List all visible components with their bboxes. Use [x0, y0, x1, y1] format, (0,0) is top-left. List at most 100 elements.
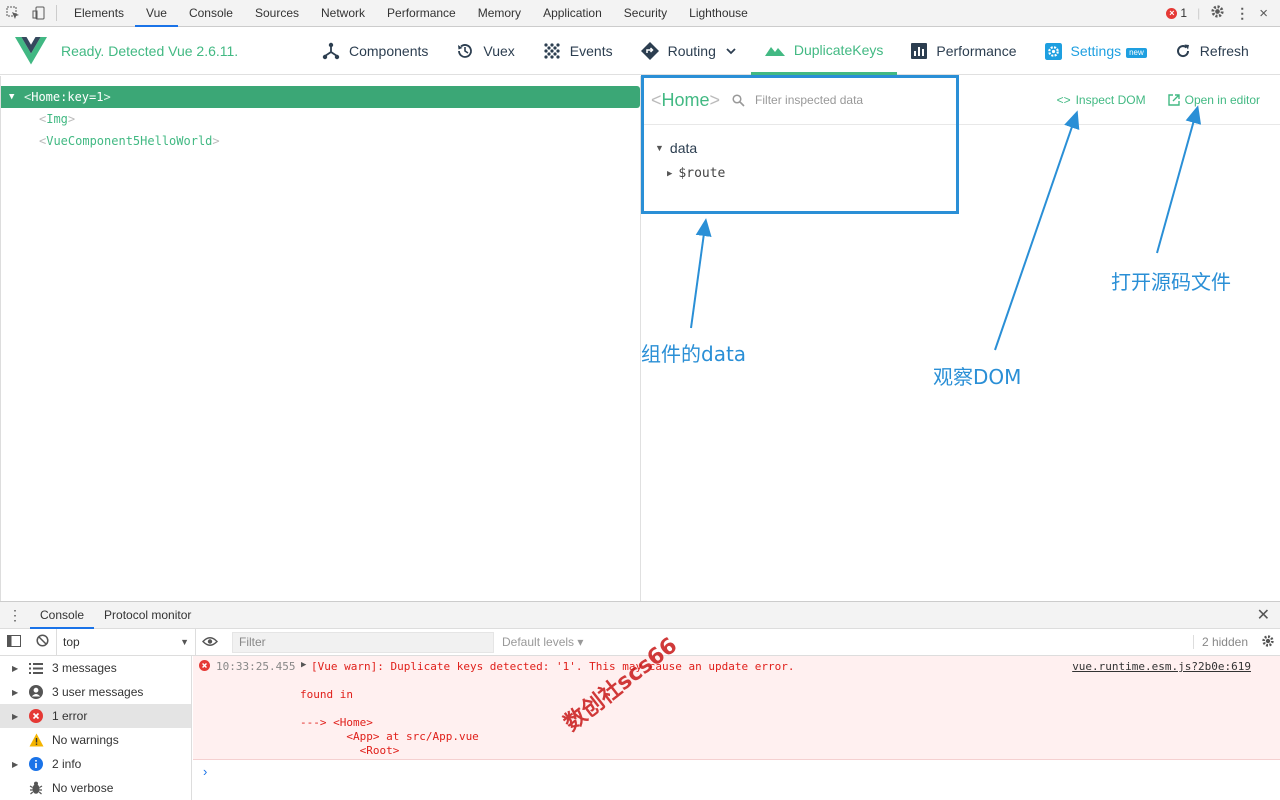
context-label: top	[63, 634, 80, 649]
dropdown-arrow-icon: ▼	[180, 636, 189, 647]
sidebar-item-label: No verbose	[52, 781, 114, 795]
more-options-icon[interactable]: ⋮	[0, 607, 30, 624]
new-badge: new	[1126, 48, 1147, 58]
sidebar-item-warnings[interactable]: No warnings	[0, 728, 191, 752]
nav-settings-label: Settings	[1070, 43, 1122, 59]
close-devtools-icon[interactable]: ×	[1259, 5, 1268, 22]
nav-refresh-label: Refresh	[1199, 43, 1249, 59]
trace-line: <App> at src/App.vue	[300, 730, 479, 743]
message-timestamp: 10:33:25.455	[216, 660, 296, 673]
open-in-editor-button[interactable]: Open in editor	[1167, 93, 1260, 107]
vue-status-text: Ready. Detected Vue 2.6.11.	[61, 42, 239, 59]
tree-node-label: VueComponent5HelloWorld	[46, 134, 213, 148]
toolbar-divider: |	[1197, 6, 1201, 20]
tree-node-label: Img	[46, 112, 68, 126]
error-counter[interactable]: × 1	[1166, 6, 1187, 20]
tab-memory[interactable]: Memory	[467, 0, 532, 27]
gear-icon[interactable]	[1210, 4, 1225, 22]
sidebar-item-label: 3 user messages	[52, 685, 144, 699]
tree-node-img[interactable]: <Img>	[1, 108, 640, 130]
drawer-tab-console[interactable]: Console	[30, 602, 95, 629]
inspect-element-icon[interactable]	[0, 0, 26, 27]
log-levels-dropdown[interactable]: Default levels ▾	[502, 635, 583, 649]
history-icon	[458, 44, 473, 58]
tab-lighthouse[interactable]: Lighthouse	[678, 0, 759, 27]
nav-components[interactable]: Components	[308, 27, 442, 75]
hidden-count: 2 hidden	[1192, 635, 1256, 649]
annotation-observe-dom: 观察DOM	[933, 365, 1022, 389]
devtools-right-controls: × 1 | ⋮ ×	[1166, 4, 1280, 22]
bug-icon	[28, 780, 44, 796]
tab-application[interactable]: Application	[532, 0, 613, 27]
caret-right-icon[interactable]: ▶	[301, 660, 306, 670]
tag-close: >	[103, 90, 111, 104]
error-count: 1	[1180, 6, 1188, 20]
tag-close: >	[212, 134, 220, 148]
sidebar-item-user-messages[interactable]: ▶ 3 user messages	[0, 680, 191, 704]
nav-routing[interactable]: Routing	[627, 27, 751, 75]
refresh-icon	[1176, 44, 1189, 58]
inspect-dom-label: Inspect DOM	[1075, 93, 1146, 107]
tree-node-helloworld[interactable]: <VueComponent5HelloWorld>	[1, 130, 640, 152]
clear-console-icon[interactable]	[28, 634, 56, 650]
devtools-tab-bar: Elements Vue Console Sources Network Per…	[0, 0, 1280, 27]
settings-icon	[1044, 42, 1062, 60]
more-options-icon[interactable]: ⋮	[1235, 5, 1249, 22]
eye-icon[interactable]	[196, 635, 224, 650]
nav-vuex[interactable]: Vuex	[442, 27, 528, 75]
nav-events[interactable]: Events	[529, 27, 627, 75]
component-tree: ▼ <Home:key=1> <Img> <VueComponent5Hello…	[0, 76, 641, 601]
caret-right-icon: ▶	[12, 759, 19, 769]
sidebar-item-info[interactable]: ▶ 2 info	[0, 752, 191, 776]
tree-node-home[interactable]: ▼ <Home:key=1>	[1, 86, 640, 108]
message-source-link[interactable]: vue.runtime.esm.js?2b0e:619	[1072, 660, 1251, 673]
nav-settings[interactable]: Settings new	[1031, 27, 1161, 75]
console-sidebar: ▶ 3 messages ▶ 3 user messages ▶ 1 error…	[0, 656, 192, 800]
sidebar-item-label: 1 error	[52, 709, 88, 723]
nav-refresh[interactable]: Refresh	[1161, 27, 1263, 75]
inspect-dom-button[interactable]: <> Inspect DOM	[1057, 93, 1146, 107]
console-messages: 10:33:25.455 ▶ [Vue warn]: Duplicate key…	[193, 656, 1280, 800]
console-prompt-icon[interactable]: ›	[203, 764, 207, 779]
vue-nav: Components Vuex Events Routing Duplicate…	[308, 27, 1263, 75]
console-error-message[interactable]: 10:33:25.455 ▶ [Vue warn]: Duplicate key…	[193, 656, 1280, 760]
nav-performance-label: Performance	[936, 43, 1017, 59]
drawer-tab-protocol-monitor[interactable]: Protocol monitor	[94, 602, 201, 629]
tab-vue[interactable]: Vue	[135, 0, 178, 27]
components-icon	[322, 42, 340, 60]
bar-chart-icon	[911, 43, 928, 59]
tab-performance[interactable]: Performance	[376, 0, 467, 27]
vue-logo-icon	[15, 36, 47, 64]
caret-down-icon[interactable]: ▼	[9, 86, 14, 108]
sidebar-item-messages[interactable]: ▶ 3 messages	[0, 656, 191, 680]
tab-sources[interactable]: Sources	[244, 0, 310, 27]
list-icon	[28, 660, 44, 676]
sidebar-item-label: 2 info	[52, 757, 82, 771]
info-icon	[28, 756, 44, 772]
context-selector[interactable]: top ▼	[56, 628, 196, 656]
nav-duplicate-keys[interactable]: DuplicateKeys	[750, 27, 898, 75]
tab-elements[interactable]: Elements	[63, 0, 135, 27]
code-icon: <>	[1056, 93, 1071, 107]
nav-vuex-label: Vuex	[483, 43, 515, 59]
tab-network[interactable]: Network	[310, 0, 376, 27]
sidebar-item-errors[interactable]: ▶ 1 error	[0, 704, 191, 728]
caret-right-icon: ▶	[12, 711, 19, 721]
inspector-actions: <> Inspect DOM Open in editor	[1057, 93, 1260, 107]
external-link-icon	[1167, 94, 1180, 106]
sidebar-item-verbose[interactable]: No verbose	[0, 776, 191, 800]
nav-duplicate-keys-label: DuplicateKeys	[793, 41, 884, 58]
tab-security[interactable]: Security	[613, 0, 678, 27]
tab-console[interactable]: Console	[178, 0, 244, 27]
sidebar-toggle-icon[interactable]	[0, 634, 28, 650]
console-filter-input[interactable]: Filter	[232, 631, 494, 653]
gear-icon[interactable]	[1256, 634, 1280, 651]
trace-line: ---> <Home>	[300, 716, 373, 729]
error-icon: ×	[1166, 7, 1178, 19]
nav-performance[interactable]: Performance	[897, 27, 1030, 75]
toolbar-divider	[56, 5, 57, 21]
device-toolbar-icon[interactable]	[26, 0, 52, 27]
close-icon[interactable]: ✕	[1257, 605, 1270, 625]
trace-line: <Root>	[300, 744, 400, 757]
warning-icon	[28, 732, 44, 748]
